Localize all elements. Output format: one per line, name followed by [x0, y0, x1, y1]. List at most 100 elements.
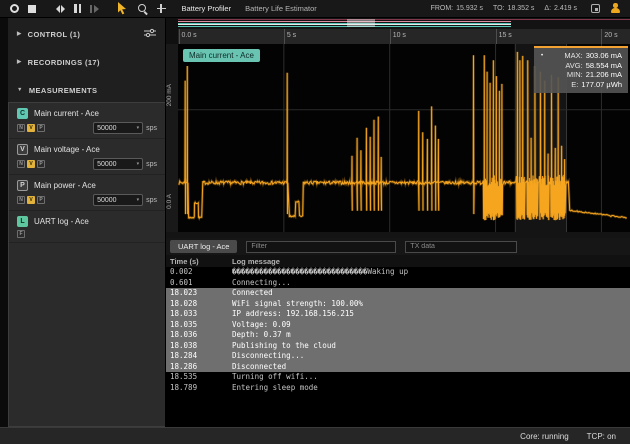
axis-tick-label: 0.0 s	[182, 32, 197, 39]
axis-flag-v[interactable]: V	[27, 124, 35, 132]
axis-flag-p[interactable]: P	[37, 196, 45, 204]
user-icon[interactable]	[610, 3, 620, 14]
log-row[interactable]: 18.286Disconnected	[166, 362, 630, 373]
measurements-panel-empty	[9, 243, 165, 426]
measurement-item[interactable]: CMain current - AceNVP50000▾sps	[9, 103, 165, 139]
range-delta-value: 2.419 s	[554, 5, 577, 12]
section-label: CONTROL (1)	[28, 30, 81, 39]
fit-width-icon[interactable]	[56, 5, 65, 13]
series-badge[interactable]: Main current - Ace	[183, 49, 260, 62]
log-row[interactable]: 18.035Voltage: 0.09	[166, 320, 630, 331]
chevron-right-icon: ▶	[17, 31, 22, 37]
log-time: 18.286	[166, 362, 232, 373]
tab-battery-profiler[interactable]: Battery Profiler	[182, 4, 232, 13]
log-row[interactable]: 18.028WiFi signal strength: 100.00%	[166, 299, 630, 310]
stat-energy-value: 177.07 µWh	[581, 80, 622, 90]
tune-icon[interactable]	[144, 28, 156, 40]
filter-input[interactable]	[246, 241, 396, 253]
log-time: 0.002	[166, 267, 232, 278]
sample-rate-select[interactable]: 50000▾	[93, 122, 143, 134]
y-axis-label-0a: 0.0 A	[166, 194, 173, 209]
measurement-name: Main voltage - Ace	[34, 145, 100, 154]
uart-log-tab[interactable]: UART log - Ace	[170, 240, 237, 253]
log-row[interactable]: 18.789Entering sleep mode	[166, 383, 630, 394]
log-row[interactable]: 18.284Disconnecting...	[166, 351, 630, 362]
log-row[interactable]: 0.601Connecting...	[166, 278, 630, 289]
measurement-type-badge: L	[17, 216, 28, 227]
log-time: 18.033	[166, 309, 232, 320]
stop-icon[interactable]	[28, 5, 36, 13]
log-message: IP address: 192.168.156.215	[232, 309, 630, 320]
log-time: 18.038	[166, 341, 232, 352]
log-row[interactable]: 18.535Turning off wifi...	[166, 372, 630, 383]
sample-rate-select[interactable]: 50000▾	[93, 158, 143, 170]
axis-flag-v[interactable]: V	[27, 160, 35, 168]
recordings-minimap[interactable]	[178, 18, 630, 29]
pause-icon[interactable]	[74, 4, 81, 13]
log-row[interactable]: 18.038Publishing to the cloud	[166, 341, 630, 352]
log-message: Entering sleep mode	[232, 383, 630, 394]
selection-range-readout: FROM:15.932 s TO:18.352 s Δ:2.419 s	[431, 5, 577, 12]
chevron-down-icon: ▾	[137, 161, 140, 167]
range-to-label: TO:	[493, 5, 505, 12]
axis-flag-f[interactable]: F	[17, 230, 25, 238]
panel-icon[interactable]	[591, 4, 600, 13]
tab-battery-life-estimator[interactable]: Battery Life Estimator	[245, 4, 317, 13]
log-time: 18.535	[166, 372, 232, 383]
log-message: Disconnected	[232, 362, 630, 373]
axis-flag-n[interactable]: N	[17, 160, 25, 168]
column-time: Time (s)	[166, 257, 232, 266]
zoom-tool-icon[interactable]	[137, 3, 148, 14]
tx-data-input[interactable]	[405, 241, 517, 253]
log-row[interactable]: 18.023Connected	[166, 288, 630, 299]
axis-flag-p[interactable]: P	[37, 124, 45, 132]
stat-min-value: 21.206 mA	[586, 70, 622, 80]
measurement-type-badge: V	[17, 144, 28, 155]
log-message: WiFi signal strength: 100.00%	[232, 299, 630, 310]
stat-avg-value: 58.554 mA	[586, 61, 622, 71]
log-time: 18.789	[166, 383, 232, 394]
sidebar-section-measurements[interactable]: ▼ MEASUREMENTS	[8, 78, 165, 102]
measurement-item[interactable]: PMain power - AceNVP50000▾sps	[9, 175, 165, 211]
range-from-label: FROM:	[431, 5, 454, 12]
measurement-name: UART log - Ace	[34, 217, 89, 226]
pan-tool-icon[interactable]	[157, 4, 166, 13]
measurement-name: Main current - Ace	[34, 109, 99, 118]
range-to-value: 18.352 s	[508, 5, 535, 12]
sample-rate-select[interactable]: 50000▾	[93, 194, 143, 206]
range-delta-label: Δ:	[544, 5, 551, 12]
measurement-item[interactable]: L UART log - Ace F	[9, 211, 165, 243]
core-status: Core: running	[520, 432, 568, 441]
toolbar: Battery Profiler Battery Life Estimator …	[0, 0, 630, 18]
y-axis: 200 mA 0.0 A	[166, 44, 178, 232]
log-time: 18.036	[166, 330, 232, 341]
measurement-type-badge: P	[17, 180, 28, 191]
minimap-recording-line	[178, 21, 511, 22]
minimap-view-highlight[interactable]	[347, 19, 375, 27]
measurement-name: Main power - Ace	[34, 181, 96, 190]
minimap-recording-line	[178, 19, 630, 20]
measurements-panel: CMain current - AceNVP50000▾spsVMain vol…	[8, 102, 165, 427]
time-axis[interactable]: 0.0 s5 s10 s15 s20 s	[178, 29, 630, 44]
chart-plot-area[interactable]: Main current - Ace • MAX:303.06 mA AVG:5…	[178, 44, 630, 232]
step-icon[interactable]	[90, 5, 99, 13]
measurement-item[interactable]: VMain voltage - AceNVP50000▾sps	[9, 139, 165, 175]
log-message: Publishing to the cloud	[232, 341, 630, 352]
axis-flag-v[interactable]: V	[27, 196, 35, 204]
stat-avg-label: AVG:	[565, 61, 582, 71]
axis-flag-n[interactable]: N	[17, 196, 25, 204]
record-icon[interactable]	[10, 4, 19, 13]
sidebar-section-recordings[interactable]: ▶ RECORDINGS (17)	[8, 50, 165, 74]
log-message: Disconnecting...	[232, 351, 630, 362]
cursor-tool-icon[interactable]	[117, 2, 128, 15]
sidebar-gutter	[0, 18, 8, 427]
log-row[interactable]: 0.002������������������������������Wakin…	[166, 267, 630, 278]
log-row[interactable]: 18.036Depth: 0.37 m	[166, 330, 630, 341]
log-time: 18.023	[166, 288, 232, 299]
log-row[interactable]: 18.033IP address: 192.168.156.215	[166, 309, 630, 320]
log-table-body[interactable]: 0.002������������������������������Wakin…	[166, 267, 630, 427]
stats-dot-icon: •	[541, 53, 543, 59]
axis-flag-n[interactable]: N	[17, 124, 25, 132]
sidebar-section-control[interactable]: ▶ CONTROL (1)	[8, 22, 165, 46]
axis-flag-p[interactable]: P	[37, 160, 45, 168]
